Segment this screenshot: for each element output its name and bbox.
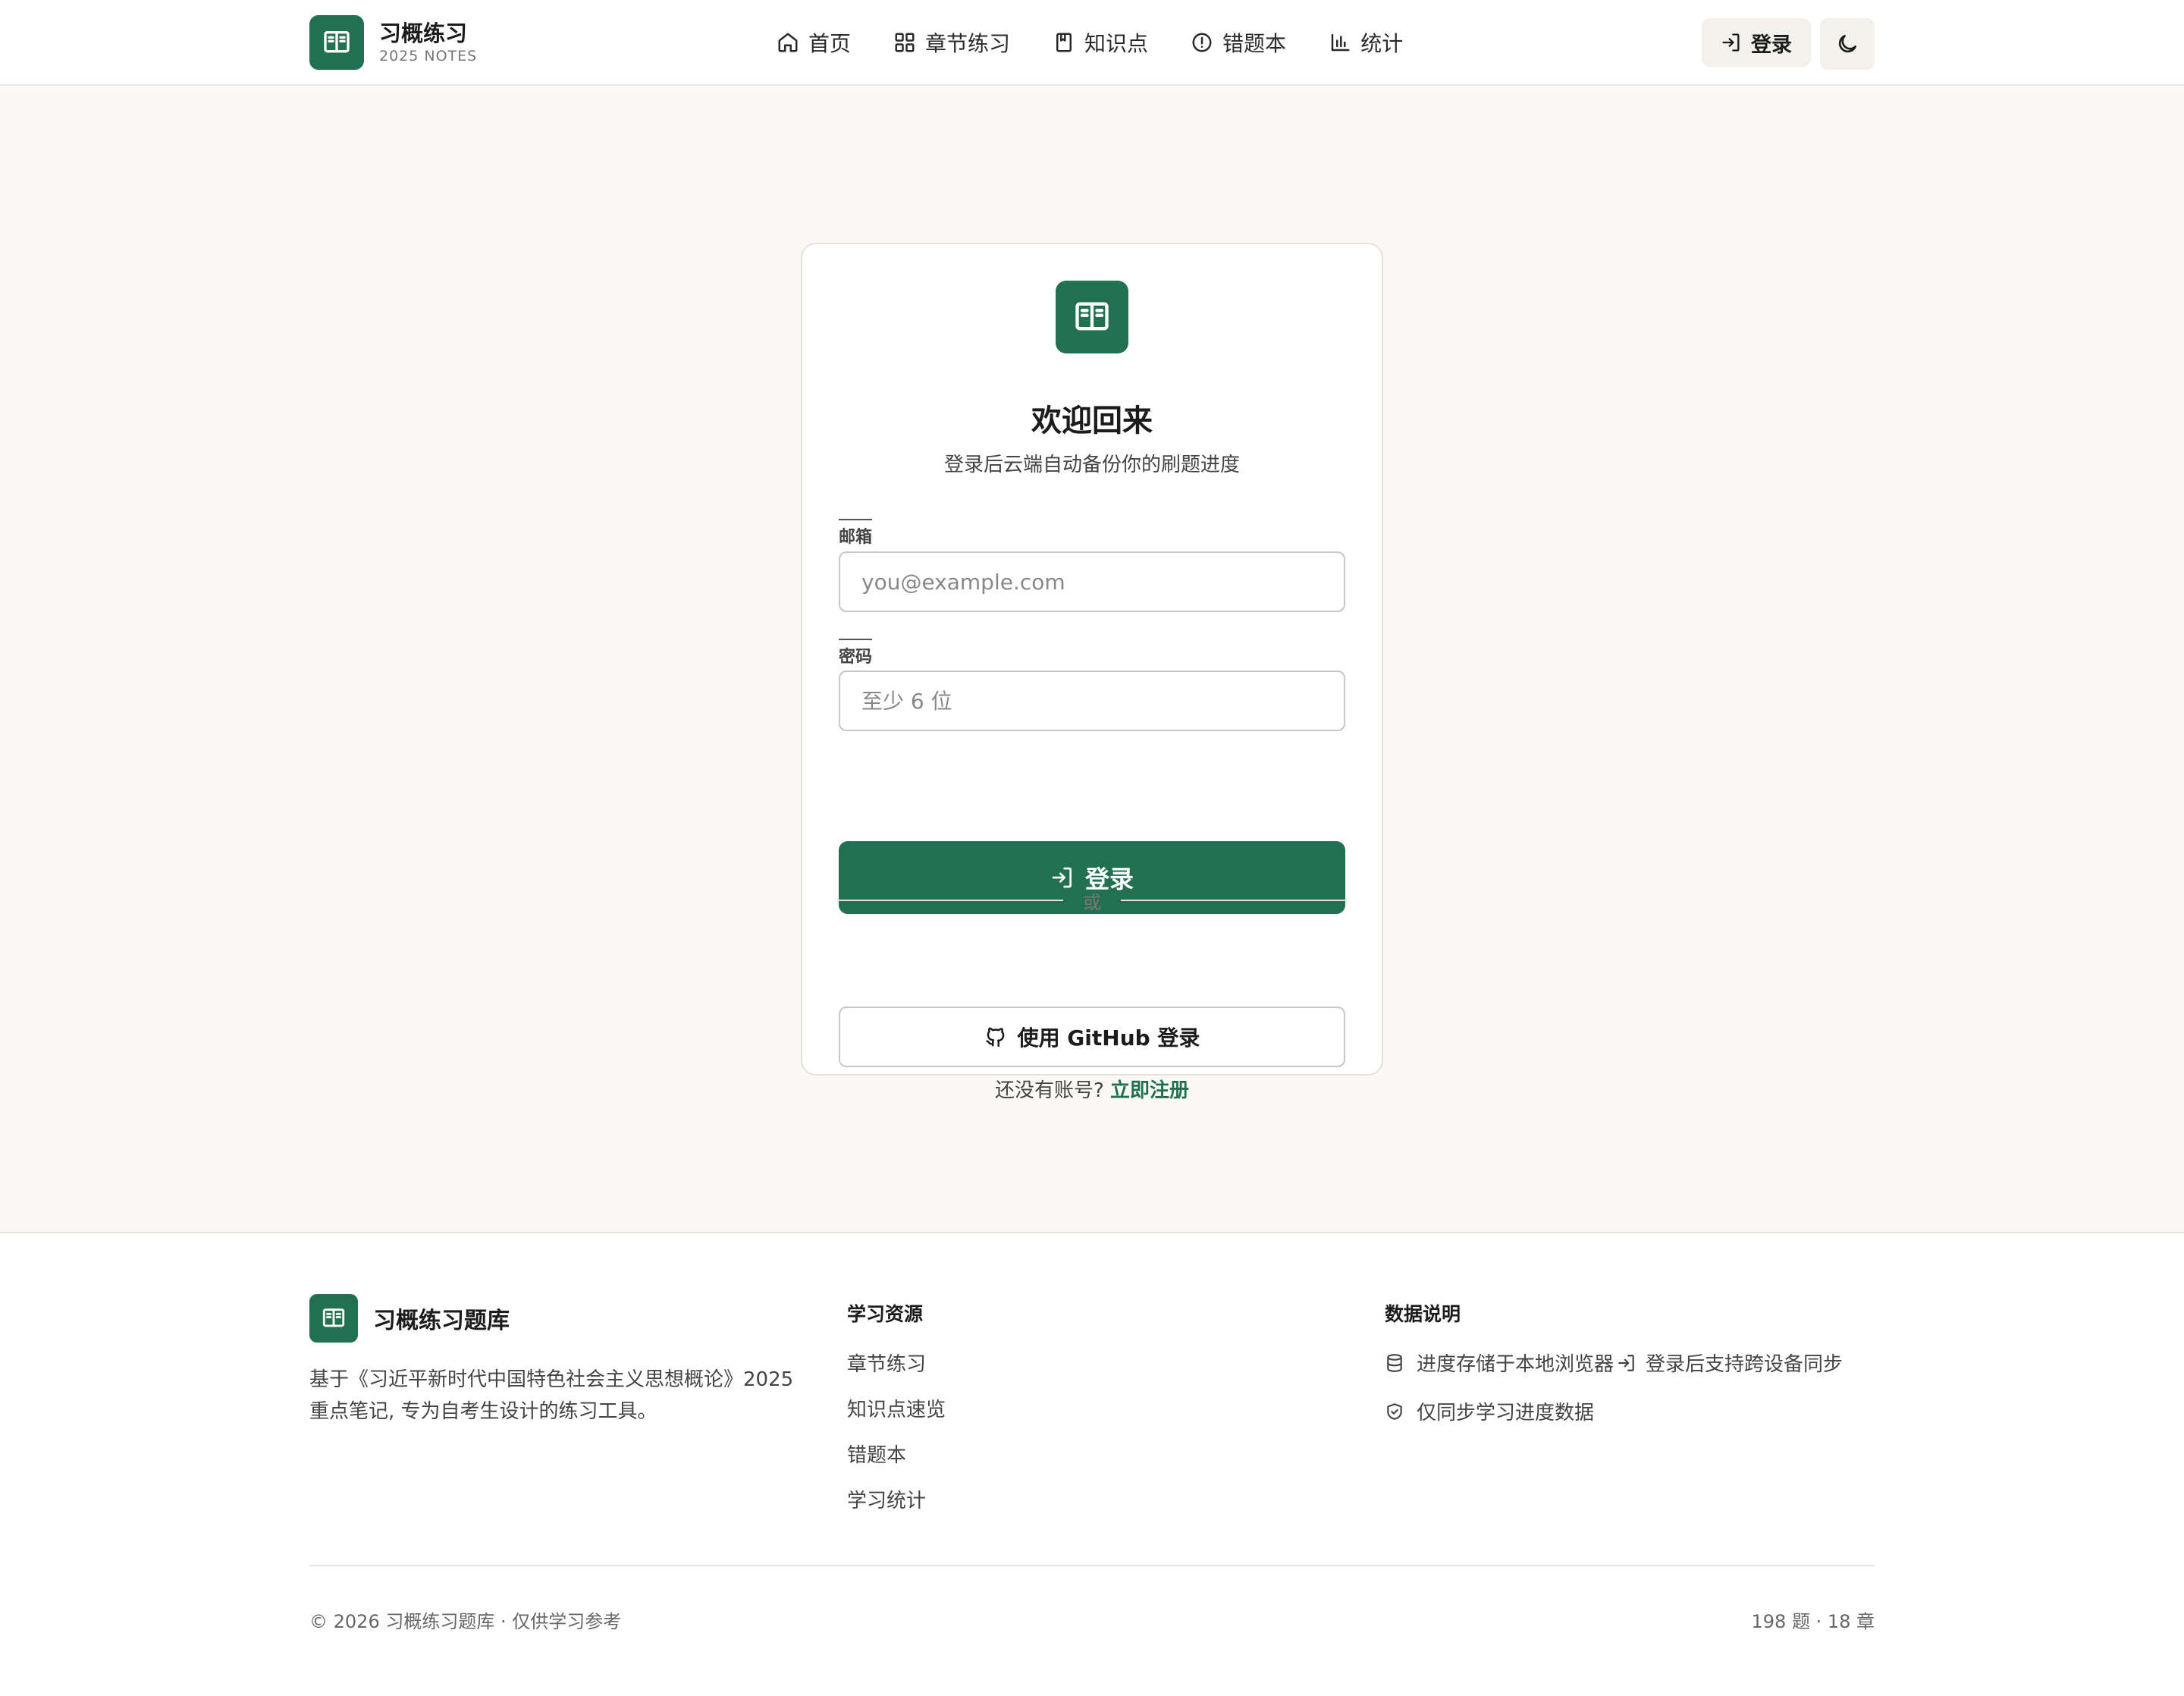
- nav-home[interactable]: 首页: [766, 21, 861, 64]
- brand-title: 习概练习: [379, 20, 468, 46]
- copyright: © 2026 习概练习题库 · 仅供学习参考: [309, 1611, 622, 1632]
- footer-link-chapters[interactable]: 章节练习: [847, 1349, 926, 1377]
- nav-knowledge[interactable]: 知识点: [1042, 21, 1159, 64]
- footer-link-mistakes[interactable]: 错题本: [847, 1440, 906, 1468]
- book-open-icon: [309, 15, 364, 70]
- log-in-icon: [1721, 32, 1742, 53]
- email-field[interactable]: [839, 551, 1345, 612]
- bar-chart-icon: [1329, 31, 1351, 54]
- footer: 习概练习题库 基于《习近平新时代中国特色社会主义思想概论》2025 重点笔记, …: [0, 1235, 2184, 1696]
- moon-icon: [1835, 32, 1859, 56]
- main-nav: 首页 章节练习 知识点 错题本 统计: [766, 21, 1435, 64]
- login-subtitle: 登录后云端自动备份你的刷题进度: [943, 454, 1240, 476]
- question-stats: 198 题 · 18 章: [1751, 1611, 1875, 1632]
- storage-note: 进度存储于本地浏览器 登录后支持跨设备同步: [1385, 1349, 1843, 1377]
- header-login-label: 登录: [1751, 33, 1792, 57]
- home-icon: [777, 31, 799, 54]
- alert-circle-icon: [1191, 31, 1213, 54]
- book-open-icon: [1056, 281, 1128, 353]
- main-content: 欢迎回来 登录后云端自动备份你的刷题进度 邮箱 密码 登录 或 使用 GitHu…: [0, 86, 2184, 1233]
- password-field[interactable]: [839, 671, 1345, 731]
- github-login-label: 使用 GitHub 登录: [1017, 1025, 1200, 1051]
- or-divider: 或: [839, 885, 1345, 916]
- signup-link[interactable]: 立即注册: [1110, 1079, 1189, 1102]
- resources-heading: 学习资源: [847, 1303, 924, 1325]
- github-login-button[interactable]: 使用 GitHub 登录: [839, 1007, 1345, 1067]
- grid-icon: [893, 31, 916, 54]
- nav-stats[interactable]: 统计: [1318, 21, 1414, 64]
- password-label: 密码: [839, 639, 873, 667]
- theme-toggle-button[interactable]: [1820, 18, 1875, 70]
- nav-home-label: 首页: [808, 31, 852, 56]
- footer-description: 基于《习近平新时代中国特色社会主义思想概论》2025 重点笔记, 专为自考生设计…: [309, 1368, 794, 1423]
- database-icon: [1385, 1353, 1404, 1373]
- sync-note-text: 登录后支持跨设备同步: [1646, 1353, 1844, 1376]
- nav-chapters-label: 章节练习: [925, 31, 1011, 56]
- book-open-icon: [309, 1294, 358, 1343]
- bookmark-icon: [1053, 31, 1075, 54]
- shield-check-icon: [1385, 1402, 1404, 1421]
- footer-brand-title: 习概练习题库: [373, 1308, 510, 1334]
- signup-row: 还没有账号? 立即注册: [802, 1075, 1382, 1103]
- footer-link-knowledge[interactable]: 知识点速览: [847, 1394, 946, 1422]
- login-title: 欢迎回来: [1031, 404, 1153, 438]
- footer-brand: 习概练习题库: [309, 1294, 510, 1343]
- top-navbar: 习概练习 2025 NOTES 首页 章节练习 知识点 错题本 统计 登录: [0, 0, 2184, 86]
- nav-mistakes[interactable]: 错题本: [1180, 21, 1297, 64]
- login-card: 欢迎回来 登录后云端自动备份你的刷题进度 邮箱 密码 登录 或 使用 GitHu…: [801, 243, 1383, 1102]
- nav-stats-label: 统计: [1360, 31, 1404, 56]
- footer-link-stats[interactable]: 学习统计: [847, 1485, 926, 1513]
- storage-note-text: 进度存储于本地浏览器: [1417, 1353, 1614, 1376]
- data-info-heading: 数据说明: [1385, 1303, 1461, 1325]
- log-in-icon: [1617, 1353, 1636, 1373]
- nav-knowledge-label: 知识点: [1084, 31, 1149, 56]
- header-login-button[interactable]: 登录: [1702, 18, 1811, 67]
- privacy-note-text: 仅同步学习进度数据: [1417, 1402, 1595, 1424]
- privacy-note: 仅同步学习进度数据: [1385, 1397, 1594, 1425]
- github-icon: [984, 1025, 1007, 1048]
- brand-subtitle: 2025 NOTES: [379, 48, 478, 64]
- footer-divider: [309, 1565, 1875, 1566]
- signup-prompt: 还没有账号?: [994, 1079, 1104, 1102]
- brand[interactable]: 习概练习 2025 NOTES: [309, 15, 477, 70]
- nav-mistakes-label: 错题本: [1222, 31, 1287, 56]
- nav-chapters[interactable]: 章节练习: [883, 21, 1021, 64]
- or-text: 或: [1083, 891, 1101, 913]
- email-label: 邮箱: [839, 519, 873, 548]
